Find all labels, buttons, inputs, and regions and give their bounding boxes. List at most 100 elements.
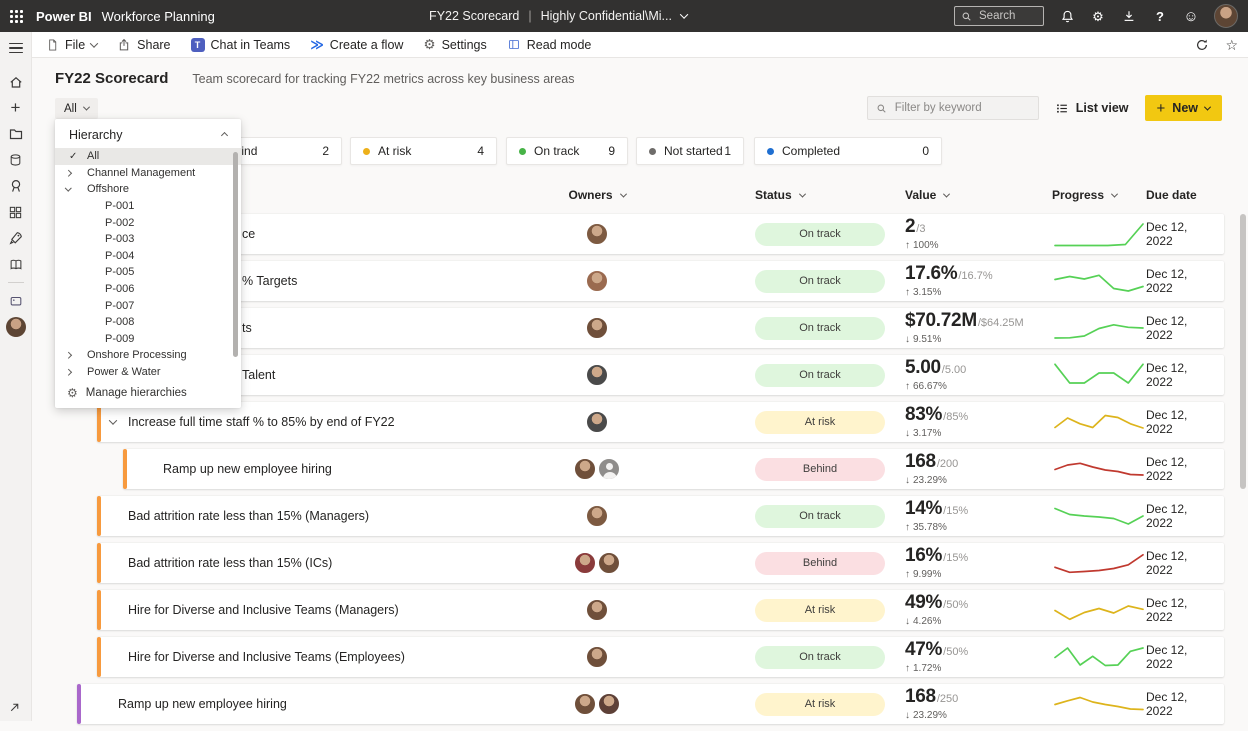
status-pill[interactable]: On track <box>755 316 885 340</box>
status-pill[interactable]: Behind <box>755 551 885 575</box>
new-button[interactable]: + New <box>1144 95 1222 121</box>
hierarchy-item[interactable]: P-005 <box>55 264 241 281</box>
owner-avatar <box>586 364 608 386</box>
metric-name[interactable]: Increase full time staff % to 85% by end… <box>97 415 395 429</box>
metric-name[interactable]: Hire for Diverse and Inclusive Teams (Em… <box>97 650 405 664</box>
status-pill[interactable]: At risk <box>755 410 885 434</box>
share-button[interactable]: Share <box>117 38 171 52</box>
hierarchy-item[interactable]: P-008 <box>55 314 241 331</box>
status-chip-count: 2 <box>322 144 329 158</box>
read-mode-label: Read mode <box>526 37 592 52</box>
status-pill[interactable]: On track <box>755 504 885 528</box>
file-menu[interactable]: File <box>46 38 99 52</box>
metric-row[interactable]: Bad attrition rate less than 15% (Manage… <box>97 496 1224 536</box>
hierarchy-panel-header[interactable]: Hierarchy <box>55 126 241 148</box>
home-icon[interactable] <box>0 69 32 95</box>
metric-row[interactable]: Bad attrition rate less than 15% (ICs) B… <box>97 543 1224 583</box>
help-icon[interactable]: ? <box>1152 8 1168 24</box>
status-pill[interactable]: At risk <box>755 692 885 716</box>
column-header-status[interactable]: Status <box>755 183 885 207</box>
chat-in-teams-button[interactable]: T Chat in Teams <box>190 37 290 52</box>
document-title-group[interactable]: FY22 Scorecard | Highly Confidential\Mi.… <box>429 0 689 32</box>
column-header-value[interactable]: Value <box>905 183 1057 207</box>
hierarchy-filter-button[interactable]: All <box>55 98 98 119</box>
hierarchy-item[interactable]: ✓ All <box>55 148 241 165</box>
data-hub-icon[interactable] <box>0 147 32 173</box>
learn-icon[interactable] <box>0 251 32 277</box>
settings-gear-icon[interactable]: ⚙ <box>1090 8 1106 24</box>
status-pill[interactable]: On track <box>755 363 885 387</box>
metric-name[interactable]: Ramp up new employee hiring <box>123 462 332 476</box>
column-header-due-date[interactable]: Due date <box>1146 183 1216 207</box>
hierarchy-item[interactable]: P-004 <box>55 248 241 265</box>
app-icon[interactable] <box>0 288 32 314</box>
app-name[interactable]: Workforce Planning <box>102 9 215 24</box>
list-view-button[interactable]: List view <box>1055 101 1129 115</box>
keyword-filter-input-box[interactable] <box>866 96 1039 120</box>
create-icon[interactable]: + <box>0 95 32 121</box>
page-scrollbar[interactable] <box>1240 214 1246 489</box>
status-pill[interactable]: Behind <box>755 457 885 481</box>
metric-row[interactable]: Ramp up new employee hiring Behind 168/2… <box>123 449 1224 489</box>
due-date: Dec 12, 2022 <box>1146 502 1188 530</box>
read-mode-button[interactable]: Read mode <box>507 37 592 52</box>
metric-row[interactable]: Increase full time staff % to 85% by end… <box>97 402 1224 442</box>
workspaces-icon[interactable] <box>0 199 32 225</box>
feedback-smiley-icon[interactable]: ☺ <box>1183 8 1199 24</box>
create-flow-button[interactable]: ≫ Create a flow <box>310 38 403 52</box>
metric-row[interactable]: Ramp up new employee hiring At risk 168/… <box>77 684 1224 724</box>
status-summary-chip[interactable]: On track 9 <box>506 137 628 165</box>
hierarchy-item[interactable]: P-009 <box>55 331 241 348</box>
hierarchy-item[interactable]: Power & Water <box>55 364 241 381</box>
keyword-filter-input[interactable] <box>892 101 1023 115</box>
status-pill[interactable]: On track <box>755 269 885 293</box>
hierarchy-item[interactable]: P-001 <box>55 198 241 215</box>
metric-name[interactable]: Ramp up new employee hiring <box>77 697 287 711</box>
nav-menu-icon[interactable] <box>0 35 32 61</box>
notifications-bell-icon[interactable] <box>1059 8 1075 24</box>
search-input[interactable] <box>977 9 1037 23</box>
dropdown-scrollbar[interactable] <box>233 152 238 357</box>
metric-row[interactable]: Hire for Diverse and Inclusive Teams (Ma… <box>97 590 1224 630</box>
hierarchy-item[interactable]: Channel Management <box>55 165 241 182</box>
hierarchy-item[interactable]: Offshore <box>55 181 241 198</box>
hierarchy-item[interactable]: P-003 <box>55 231 241 248</box>
owner-avatar <box>586 599 608 621</box>
column-header-progress[interactable]: Progress <box>1052 183 1146 207</box>
hierarchy-item[interactable]: P-002 <box>55 214 241 231</box>
browse-folder-icon[interactable] <box>0 121 32 147</box>
status-pill[interactable]: At risk <box>755 598 885 622</box>
chevron-down-icon[interactable] <box>679 10 689 19</box>
metric-row[interactable]: Hire for Diverse and Inclusive Teams (Em… <box>97 637 1224 677</box>
hierarchy-item[interactable]: P-006 <box>55 281 241 298</box>
hierarchy-item[interactable]: Onshore Processing <box>55 347 241 364</box>
hierarchy-item[interactable]: P-007 <box>55 297 241 314</box>
metric-name[interactable]: Bad attrition rate less than 15% (ICs) <box>97 556 332 570</box>
user-avatar[interactable] <box>1214 4 1238 28</box>
metrics-goals-icon[interactable] <box>0 173 32 199</box>
refresh-icon[interactable] <box>1195 38 1209 52</box>
expand-nav-icon[interactable] <box>8 701 21 714</box>
metric-row[interactable]: Talent On track 5.00/5.00 ↑ 66.67% Dec 12… <box>97 355 1224 395</box>
metric-row[interactable]: % Targets On track 17.6%/16.7% ↑ 3.15% De… <box>97 261 1224 301</box>
status-summary-chip[interactable]: Not started 1 <box>636 137 744 165</box>
metric-row[interactable]: ce On track 2/3 ↑ 100% Dec 12, 2022 <box>97 214 1224 254</box>
metric-name[interactable]: Bad attrition rate less than 15% (Manage… <box>97 509 369 523</box>
status-summary-chip[interactable]: Completed 0 <box>754 137 942 165</box>
settings-button[interactable]: ⚙ Settings <box>423 38 486 52</box>
manage-hierarchies-button[interactable]: ⚙ Manage hierarchies <box>67 387 187 399</box>
column-header-owners[interactable]: Owners <box>557 183 637 207</box>
metric-row[interactable]: ts On track $70.72M/$64.25M ↓ 9.51% Dec 1… <box>97 308 1224 348</box>
download-icon[interactable] <box>1121 8 1137 24</box>
status-pill[interactable]: On track <box>755 222 885 246</box>
search-box[interactable] <box>954 6 1044 26</box>
favorite-star-icon[interactable]: ☆ <box>1225 38 1238 52</box>
deployment-pipelines-icon[interactable] <box>0 225 32 251</box>
status-summary-chip[interactable]: At risk 4 <box>350 137 497 165</box>
status-pill[interactable]: On track <box>755 645 885 669</box>
app-launcher-icon[interactable] <box>0 0 32 32</box>
powerbi-brand[interactable]: Power BI <box>36 9 92 24</box>
profile-avatar[interactable] <box>0 314 32 340</box>
metric-name[interactable]: Hire for Diverse and Inclusive Teams (Ma… <box>97 603 399 617</box>
progress-sparkline <box>1052 593 1146 627</box>
